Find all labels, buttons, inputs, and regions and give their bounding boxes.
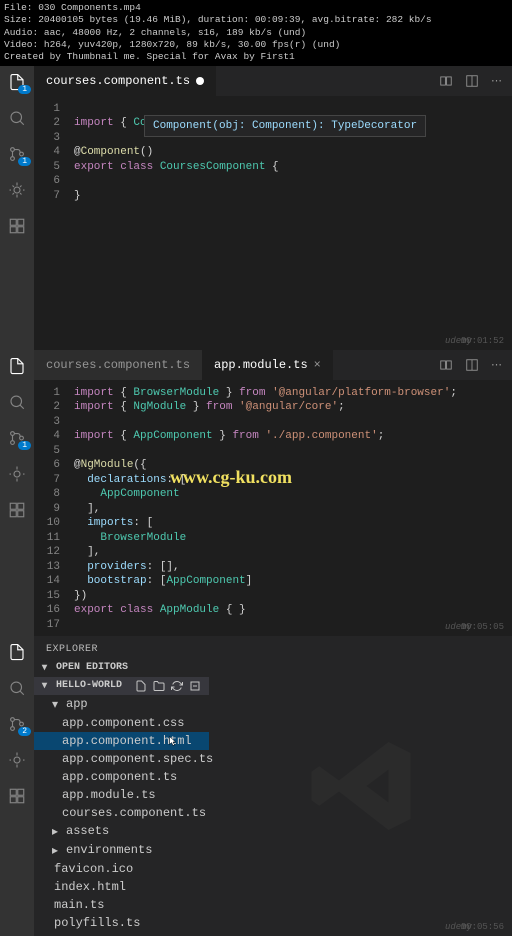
file-item[interactable]: app.component.spec.ts: [34, 750, 209, 768]
tab-label: courses.component.ts: [46, 74, 190, 88]
git-icon[interactable]: 2: [7, 714, 27, 734]
section-label: HELLO-WORLD: [56, 680, 122, 691]
folder-environments[interactable]: ▸environments: [34, 841, 209, 860]
section-label: OPEN EDITORS: [56, 662, 128, 673]
dirty-indicator-icon: [196, 77, 204, 85]
tab-actions: ⋯: [439, 358, 512, 372]
chevron-right-icon: ▸: [52, 824, 62, 839]
tab-courses-component[interactable]: courses.component.ts: [34, 66, 216, 96]
extensions-icon[interactable]: [7, 500, 27, 520]
open-editors-section[interactable]: ▾ OPEN EDITORS: [34, 659, 209, 677]
file-item[interactable]: app.module.ts: [34, 786, 209, 804]
explorer-actions: [135, 680, 201, 692]
editor-panel-2: 1 courses.component.ts app.module.ts × ⋯…: [0, 350, 512, 636]
files-icon[interactable]: 1: [7, 72, 27, 92]
debug-icon[interactable]: [7, 464, 27, 484]
folder-assets[interactable]: ▸assets: [34, 822, 209, 841]
timestamp: 00:01:52: [461, 336, 504, 346]
code-content[interactable]: import { Component } from '@angular/core…: [74, 102, 512, 204]
files-icon[interactable]: [7, 356, 27, 376]
tab-label: app.module.ts: [214, 358, 308, 372]
collapse-icon[interactable]: [189, 680, 201, 692]
tab-app-module[interactable]: app.module.ts ×: [202, 350, 333, 380]
badge: 1: [18, 85, 31, 94]
editor-main: courses.component.ts ⋯ 1234567 import { …: [34, 66, 512, 210]
debug-icon[interactable]: [7, 750, 27, 770]
tab-courses-component[interactable]: courses.component.ts: [34, 350, 202, 380]
compare-icon[interactable]: [439, 74, 453, 88]
compare-icon[interactable]: [439, 358, 453, 372]
line-numbers: 1234567891011121314151617: [34, 386, 74, 633]
vscode-logo-icon: [306, 731, 416, 841]
activity-bar: 1 1: [0, 66, 34, 350]
overlay-watermark: www.cg-ku.com: [170, 470, 292, 485]
editor-panel-1: 1 1 courses.component.ts ⋯ 1234567 im: [0, 66, 512, 350]
extensions-icon[interactable]: [7, 786, 27, 806]
explorer-sidebar: EXPLORER ▾ OPEN EDITORS ▾ HELLO-WORLD ▾a…: [34, 636, 209, 936]
new-folder-icon[interactable]: [153, 680, 165, 692]
timestamp: 00:05:05: [461, 622, 504, 632]
file-item[interactable]: polyfills.ts: [34, 914, 209, 932]
badge: 2: [18, 727, 31, 736]
timestamp: 00:05:56: [461, 922, 504, 932]
split-icon[interactable]: [465, 358, 479, 372]
file-tree: ▾app app.component.css app.component.htm…: [34, 695, 209, 932]
tab-bar: courses.component.ts ⋯: [34, 66, 512, 96]
split-icon[interactable]: [465, 74, 479, 88]
extensions-icon[interactable]: [7, 216, 27, 236]
git-icon[interactable]: 1: [7, 144, 27, 164]
editor-main: courses.component.ts app.module.ts × ⋯ 1…: [34, 350, 512, 639]
refresh-icon[interactable]: [171, 680, 183, 692]
explorer-panel: 2 EXPLORER ▾ OPEN EDITORS ▾ HELLO-WORLD …: [0, 636, 512, 936]
tab-label: courses.component.ts: [46, 358, 190, 372]
parameter-hint-tooltip: Component(obj: Component): TypeDecorator: [144, 115, 426, 138]
chevron-down-icon: ▾: [52, 697, 62, 712]
code-area[interactable]: 1234567 import { Component } from '@angu…: [34, 96, 512, 210]
code-content[interactable]: import { BrowserModule } from '@angular/…: [74, 386, 512, 633]
file-item[interactable]: main.ts: [34, 896, 209, 914]
editor-empty-state: [209, 636, 512, 936]
search-icon[interactable]: [7, 678, 27, 698]
more-icon[interactable]: ⋯: [491, 74, 502, 88]
chevron-down-icon: ▾: [42, 680, 52, 692]
badge: 1: [18, 157, 31, 166]
more-icon[interactable]: ⋯: [491, 358, 502, 372]
line-numbers: 1234567: [34, 102, 74, 204]
folder-app[interactable]: ▾app: [34, 695, 209, 714]
file-item[interactable]: index.html: [34, 878, 209, 896]
git-icon[interactable]: 1: [7, 428, 27, 448]
badge: 1: [18, 441, 31, 450]
explorer-title: EXPLORER: [34, 636, 209, 659]
chevron-right-icon: ▸: [52, 843, 62, 858]
project-section[interactable]: ▾ HELLO-WORLD: [34, 677, 209, 695]
tab-bar: courses.component.ts app.module.ts × ⋯: [34, 350, 512, 380]
media-file-info: File: 030 Components.mp4 Size: 20400105 …: [0, 0, 512, 66]
debug-icon[interactable]: [7, 180, 27, 200]
search-icon[interactable]: [7, 108, 27, 128]
new-file-icon[interactable]: [135, 680, 147, 692]
code-area[interactable]: 1234567891011121314151617 import { Brows…: [34, 380, 512, 639]
file-item[interactable]: app.component.css: [34, 714, 209, 732]
file-item[interactable]: favicon.ico: [34, 860, 209, 878]
activity-bar: 2: [0, 636, 34, 936]
activity-bar: 1: [0, 350, 34, 636]
file-item[interactable]: courses.component.ts: [34, 804, 209, 822]
chevron-down-icon: ▾: [42, 662, 52, 674]
search-icon[interactable]: [7, 392, 27, 412]
close-icon[interactable]: ×: [314, 358, 321, 372]
file-item[interactable]: app.component.ts: [34, 768, 209, 786]
file-item[interactable]: app.component.html: [34, 732, 209, 750]
cursor-icon: [167, 734, 179, 748]
files-icon[interactable]: [7, 642, 27, 662]
tab-actions: ⋯: [439, 74, 512, 88]
